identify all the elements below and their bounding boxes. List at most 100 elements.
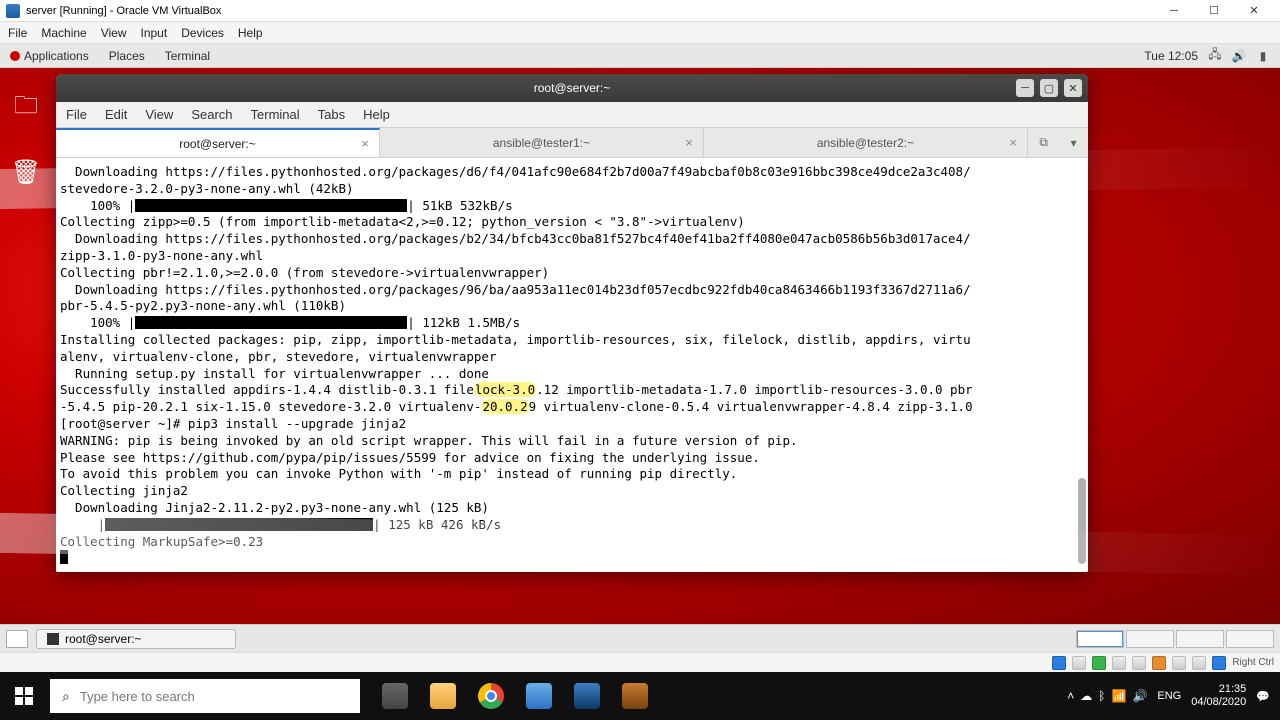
tab-menu-icon[interactable]: ▾ [1071, 136, 1077, 150]
tab-close-icon[interactable]: × [685, 135, 693, 150]
taskbar-app1[interactable] [516, 672, 562, 720]
tab-close-icon[interactable]: × [1009, 135, 1017, 150]
progress-bar [135, 199, 407, 212]
show-desktop-button[interactable] [6, 630, 28, 648]
terminal-tabs: root@server:~ × ansible@tester1:~ × ansibl… [56, 128, 1088, 158]
vbox-menu-machine[interactable]: Machine [41, 26, 86, 40]
term-menu-help[interactable]: Help [363, 107, 390, 122]
term-menu-file[interactable]: File [66, 107, 87, 122]
tray-wifi-icon[interactable]: 📶 [1111, 689, 1126, 703]
tray-time: 21:35 [1191, 683, 1246, 696]
search-icon: ⌕ [62, 688, 70, 705]
tray-date: 04/08/2020 [1191, 696, 1246, 709]
terminal-maximize-button[interactable]: ▢ [1040, 79, 1058, 97]
tray-clock[interactable]: 21:35 04/08/2020 [1191, 683, 1246, 709]
tray-volume-icon[interactable]: 🔊 [1132, 689, 1147, 703]
taskbar-item-label: root@server:~ [65, 632, 142, 646]
vbox-menu-file[interactable]: File [8, 26, 27, 40]
trash-icon[interactable]: 🗑 [6, 152, 46, 192]
term-menu-search[interactable]: Search [191, 107, 232, 122]
vbox-maximize-button[interactable]: ☐ [1194, 0, 1234, 22]
taskbar-item-terminal[interactable]: root@server:~ [36, 629, 236, 649]
terminal-icon [47, 633, 59, 645]
tab-close-icon[interactable]: × [361, 136, 369, 151]
search-input[interactable]: ⌕ Type here to search [50, 679, 360, 713]
vbox-statusbar: Right Ctrl [0, 652, 1280, 672]
gnome-top-panel: Applications Places Terminal Tue 12:05 🖧… [0, 44, 1280, 68]
tray-cloud-icon[interactable]: ☁ [1080, 689, 1092, 703]
vbox-title: server [Running] - Oracle VM VirtualBox [26, 5, 221, 17]
tab-ansible-tester2[interactable]: ansible@tester2:~ × [704, 128, 1028, 157]
vbox-minimize-button[interactable]: ─ [1154, 0, 1194, 22]
workspace-4[interactable] [1226, 630, 1274, 648]
workspace-2[interactable] [1126, 630, 1174, 648]
vbox-cd-icon[interactable] [1072, 656, 1086, 670]
progress-bar [105, 518, 373, 531]
tray-chevron-up-icon[interactable]: ˄ [1067, 689, 1074, 703]
vbox-display-icon[interactable] [1152, 656, 1166, 670]
vbox-menu-devices[interactable]: Devices [181, 26, 224, 40]
term-menu-terminal[interactable]: Terminal [251, 107, 300, 122]
tab-label: ansible@tester1:~ [493, 136, 590, 150]
home-folder-icon[interactable]: 🗀 [6, 88, 46, 128]
terminal-menubar: File Edit View Search Terminal Tabs Help [56, 102, 1088, 128]
workspace-3[interactable] [1176, 630, 1224, 648]
tab-label: root@server:~ [179, 137, 256, 151]
desktop: 🗀 🗑 root@server:~ ─ ▢ ✕ File Edit View S… [0, 68, 1280, 624]
gnome-bottom-panel: root@server:~ [0, 624, 1280, 652]
vbox-menu-input[interactable]: Input [141, 26, 168, 40]
vbox-menu-help[interactable]: Help [238, 26, 263, 40]
task-view-button[interactable] [372, 672, 418, 720]
vbox-hdd-icon[interactable] [1052, 656, 1066, 670]
tray-notifications-icon[interactable]: 💬 [1256, 690, 1270, 703]
volume-icon[interactable]: 🔊 [1232, 49, 1246, 63]
windows-logo-icon [15, 687, 33, 705]
search-placeholder: Type here to search [80, 689, 195, 704]
panel-places[interactable]: Places [109, 49, 145, 63]
vbox-titlebar: server [Running] - Oracle VM VirtualBox … [0, 0, 1280, 22]
start-button[interactable] [0, 672, 48, 720]
vbox-hostkey-label: Right Ctrl [1232, 657, 1274, 668]
tray-language[interactable]: ENG [1157, 690, 1181, 702]
taskbar-app2[interactable] [612, 672, 658, 720]
workspace-pager[interactable] [1076, 630, 1274, 648]
network-icon[interactable]: 🖧 [1208, 49, 1222, 63]
progress-bar [135, 316, 407, 329]
term-menu-view[interactable]: View [145, 107, 173, 122]
distro-icon [10, 51, 20, 61]
vbox-app-icon [6, 4, 20, 18]
terminal-close-button[interactable]: ✕ [1064, 79, 1082, 97]
vbox-shared-icon[interactable] [1132, 656, 1146, 670]
terminal-output[interactable]: Downloading https://files.pythonhosted.o… [56, 158, 1088, 572]
terminal-minimize-button[interactable]: ─ [1016, 79, 1034, 97]
tab-root-server[interactable]: root@server:~ × [56, 128, 380, 157]
tray-bluetooth-icon[interactable]: ᛒ [1098, 689, 1105, 703]
panel-applications[interactable]: Applications [24, 49, 89, 63]
vbox-usb-icon[interactable] [1112, 656, 1126, 670]
terminal-titlebar[interactable]: root@server:~ ─ ▢ ✕ [56, 74, 1088, 102]
panel-clock[interactable]: Tue 12:05 [1144, 49, 1198, 63]
tab-ansible-tester1[interactable]: ansible@tester1:~ × [380, 128, 704, 157]
panel-terminal[interactable]: Terminal [165, 49, 210, 63]
vbox-cpu-icon[interactable] [1192, 656, 1206, 670]
new-tab-icon[interactable]: ⧉ [1039, 135, 1048, 150]
vbox-menu-view[interactable]: View [101, 26, 127, 40]
battery-icon[interactable]: ▮ [1256, 49, 1270, 63]
tab-label: ansible@tester2:~ [817, 136, 914, 150]
taskbar-chrome[interactable] [468, 672, 514, 720]
terminal-title: root@server:~ [534, 81, 611, 95]
vbox-network-icon[interactable] [1092, 656, 1106, 670]
workspace-1[interactable] [1076, 630, 1124, 648]
desktop-icons: 🗀 🗑 [6, 88, 46, 192]
term-menu-edit[interactable]: Edit [105, 107, 127, 122]
term-menu-tabs[interactable]: Tabs [318, 107, 345, 122]
vbox-close-button[interactable]: ✕ [1234, 0, 1274, 22]
taskbar-virtualbox[interactable] [564, 672, 610, 720]
terminal-window: root@server:~ ─ ▢ ✕ File Edit View Searc… [56, 74, 1088, 572]
vbox-mouse-icon[interactable] [1212, 656, 1226, 670]
taskbar-explorer[interactable] [420, 672, 466, 720]
system-tray[interactable]: ˄ ☁ ᛒ 📶 🔊 [1067, 689, 1147, 703]
vbox-recording-icon[interactable] [1172, 656, 1186, 670]
terminal-scrollbar[interactable] [1078, 478, 1086, 564]
vbox-menubar: File Machine View Input Devices Help [0, 22, 1280, 44]
